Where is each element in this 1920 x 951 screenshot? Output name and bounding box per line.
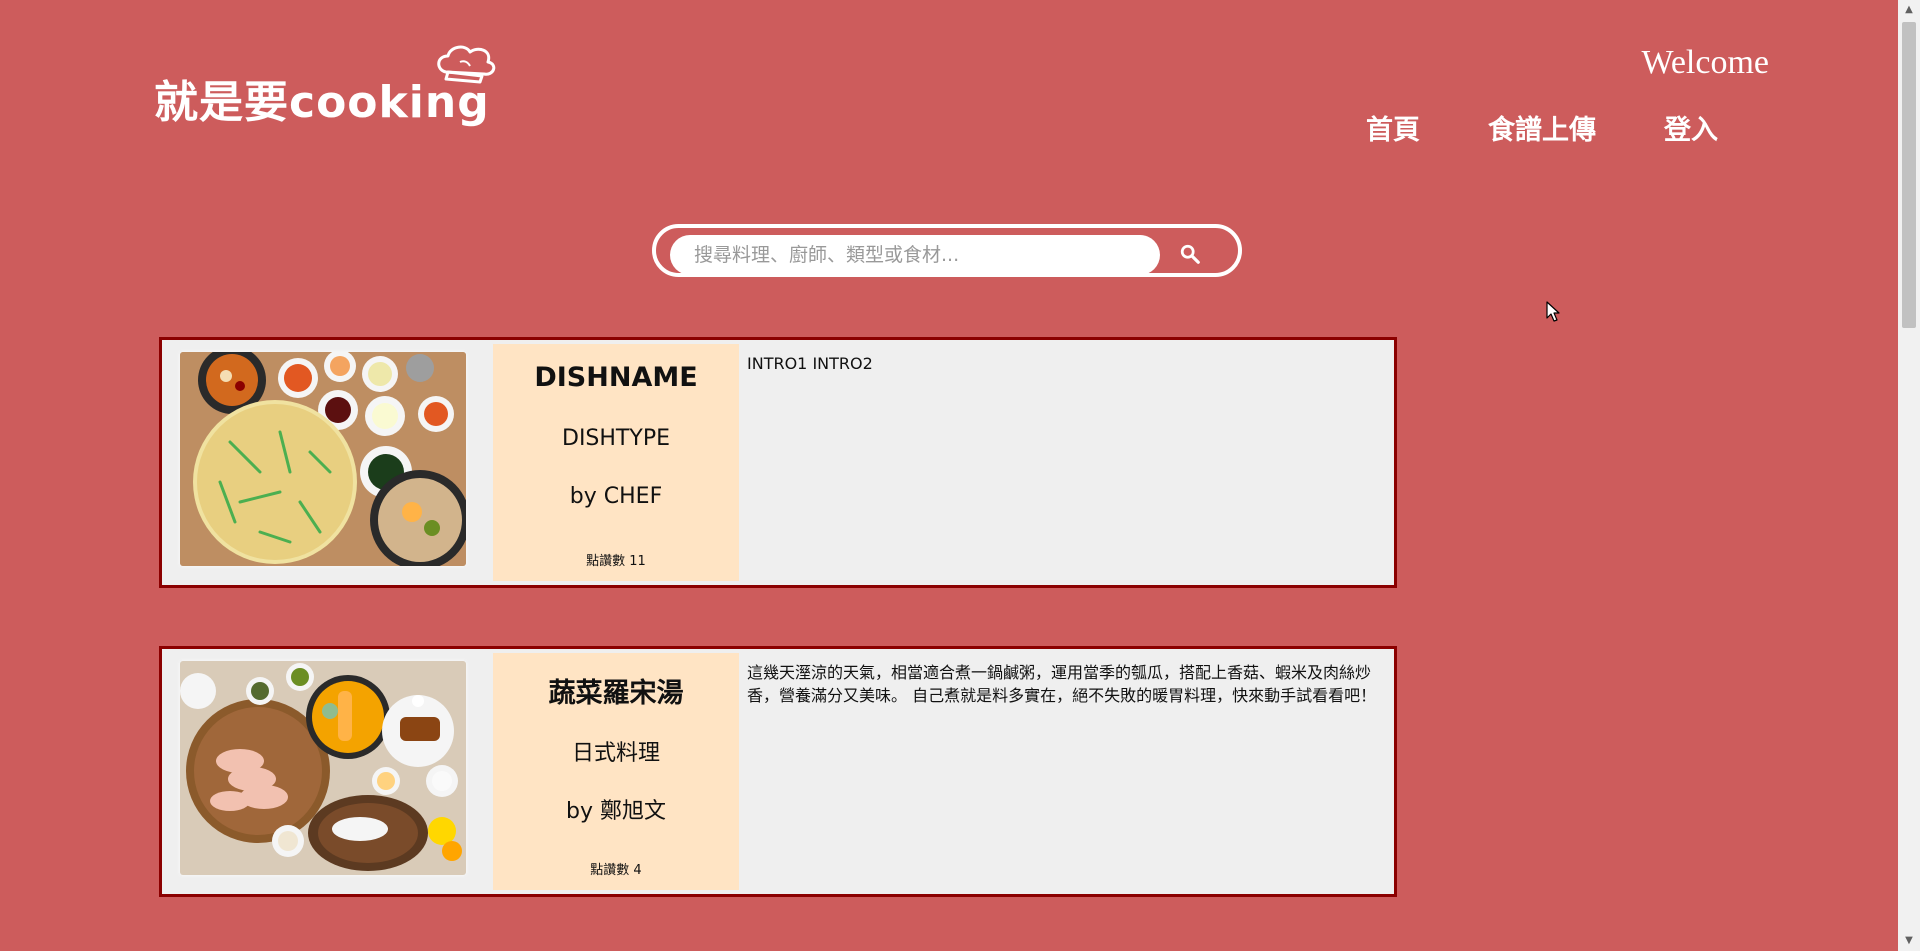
site-logo[interactable]: 就是要cooking xyxy=(154,38,496,128)
dish-intro: 這幾天溼涼的天氣，相當適合煮一鍋鹹粥，運用當季的瓠瓜，搭配上香菇、蝦米及肉絲炒香… xyxy=(747,663,1377,705)
scroll-down-arrow-icon[interactable]: ▼ xyxy=(1898,931,1920,951)
dish-chef: by 鄭旭文 xyxy=(566,799,666,824)
dish-name[interactable]: DISHNAME xyxy=(493,362,739,393)
chef-hat-icon xyxy=(437,45,496,84)
recipe-info-panel: 蔬菜羅宋湯 日式料理 by 鄭旭文 點讚數 4 xyxy=(493,653,739,890)
dish-like-count: 點讚數 4 xyxy=(590,863,642,878)
search-button[interactable] xyxy=(1170,234,1210,274)
mouse-cursor-icon xyxy=(1546,301,1560,322)
search-icon xyxy=(1180,244,1200,264)
recipe-info-panel: DISHNAME DISHTYPE by CHEF 點讚數 11 xyxy=(493,344,739,581)
welcome-text: Welcome xyxy=(1641,44,1769,81)
scroll-up-arrow-icon[interactable]: ▲ xyxy=(1898,0,1920,20)
recipe-photo[interactable] xyxy=(180,352,466,566)
dish-name[interactable]: 蔬菜羅宋湯 xyxy=(493,671,739,710)
recipe-photo[interactable] xyxy=(180,661,466,875)
dish-like-count: 點讚數 11 xyxy=(586,554,646,569)
search-input[interactable] xyxy=(670,235,1160,275)
japanese-food-photo xyxy=(180,661,466,875)
dish-intro: INTRO1 INTRO2 xyxy=(747,354,873,373)
scrollbar-thumb[interactable] xyxy=(1902,22,1916,328)
search-bar xyxy=(652,224,1242,277)
korean-food-photo xyxy=(180,352,466,566)
recipe-card[interactable]: 蔬菜羅宋湯 日式料理 by 鄭旭文 點讚數 4 這幾天溼涼的天氣，相當適合煮一鍋… xyxy=(159,646,1397,897)
page: 就是要cooking Welcome 首頁 食譜上傳 登入 搜尋料理、廚師、類型… xyxy=(0,0,1898,951)
nav-upload-recipe-link[interactable]: 食譜上傳 xyxy=(1488,108,1596,147)
vertical-scrollbar[interactable]: ▲ ▼ xyxy=(1898,0,1920,951)
recipe-card[interactable]: DISHNAME DISHTYPE by CHEF 點讚數 11 INTRO1 … xyxy=(159,337,1397,588)
dish-chef: by CHEF xyxy=(569,484,663,509)
main-nav: 首頁 食譜上傳 登入 xyxy=(1366,108,1718,147)
nav-home-link[interactable]: 首頁 xyxy=(1366,108,1420,147)
nav-login-link[interactable]: 登入 xyxy=(1664,108,1718,147)
dish-type: 日式料理 xyxy=(571,741,660,766)
dish-type: DISHTYPE xyxy=(562,426,670,451)
